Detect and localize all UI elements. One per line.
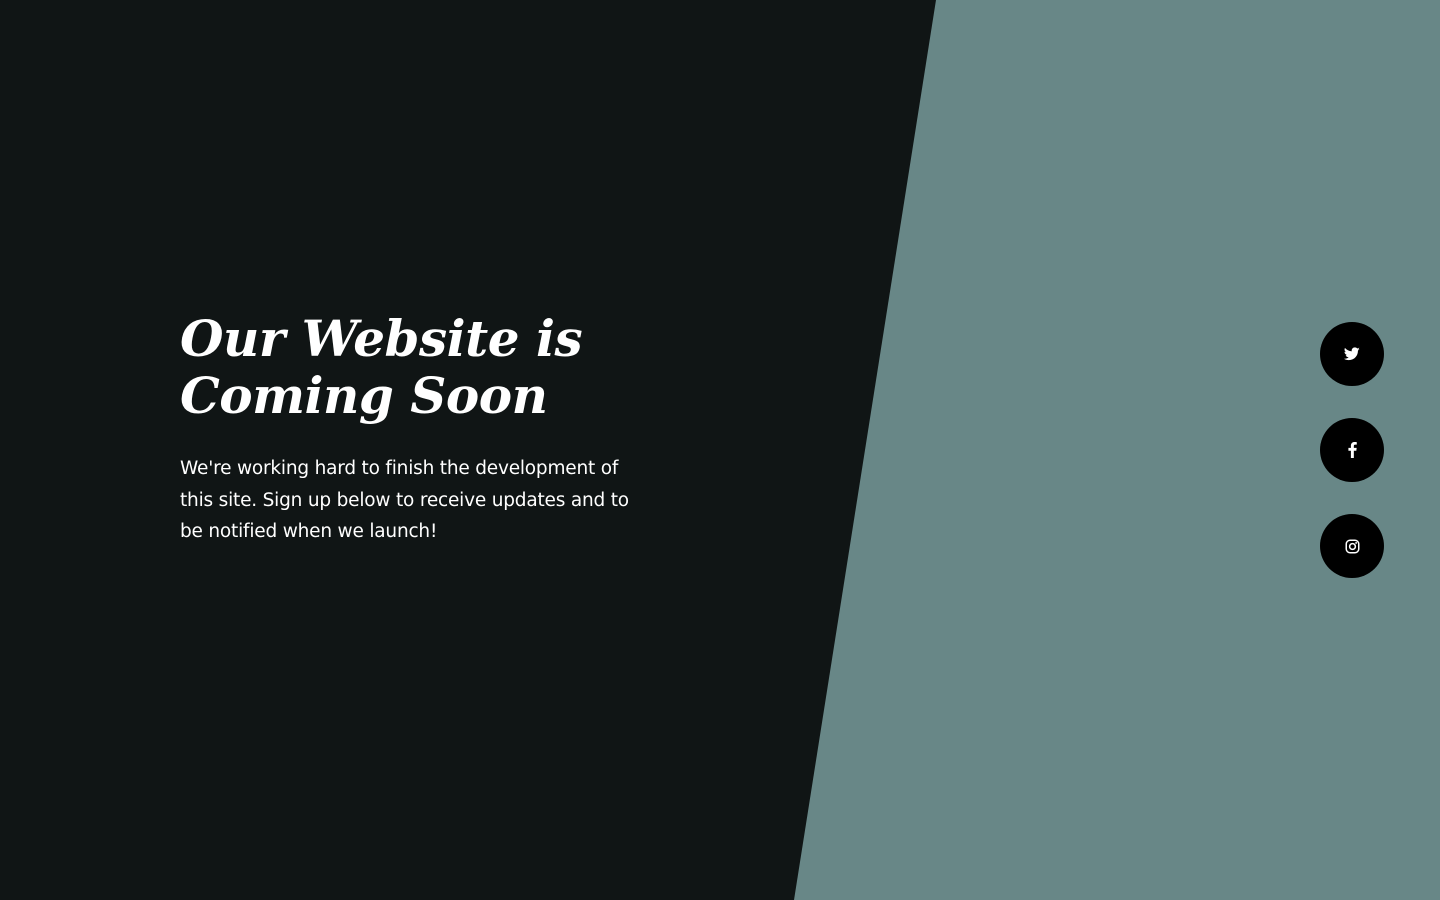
hero-section: Our Website is Coming Soon We're working… (180, 310, 650, 548)
page-title: Our Website is Coming Soon (180, 309, 583, 425)
facebook-icon (1347, 442, 1357, 458)
instagram-icon (1345, 539, 1359, 553)
twitter-button[interactable] (1320, 322, 1384, 386)
twitter-icon (1344, 347, 1360, 361)
instagram-button[interactable] (1320, 514, 1384, 578)
facebook-button[interactable] (1320, 418, 1384, 482)
social-links (1320, 322, 1384, 610)
hero-description: We're working hard to finish the develop… (180, 458, 629, 542)
